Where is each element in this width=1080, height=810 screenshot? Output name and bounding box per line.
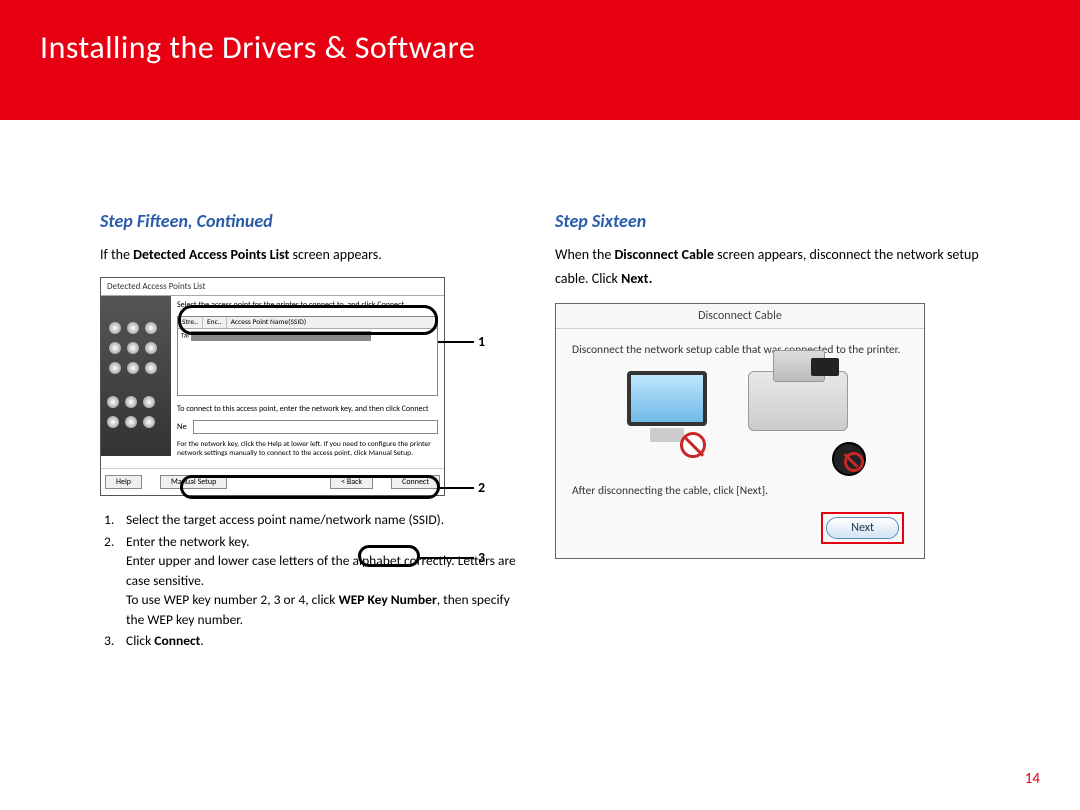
network-key-input[interactable] [193, 420, 438, 434]
step-fifteen-intro: If the Detected Access Points List scree… [100, 244, 525, 265]
list-item: Enter the network key. Enter upper and l… [100, 532, 525, 630]
step-2a-text: Enter the network key. [126, 533, 250, 550]
intro-text: If the [100, 246, 133, 263]
next-highlight-box: Next [821, 512, 904, 544]
columns: Step Fifteen, Continued If the Detected … [100, 210, 980, 653]
intro-bold: Disconnect Cable [614, 246, 713, 263]
step-2b-text: Enter upper and lower case letters of th… [126, 552, 516, 589]
dap-sidebar-image [101, 296, 171, 456]
step-fifteen-heading: Step Fifteen, Continued [100, 210, 525, 232]
dap-titlebar: Detected Access Points List [101, 278, 444, 296]
annotation-oval-1 [178, 305, 438, 335]
no-cable-icon [832, 442, 866, 476]
list-item: Click Connect. [100, 631, 525, 651]
slide: Installing the Drivers & Software Step F… [0, 0, 1080, 810]
access-points-screenshot: Detected Access Points List [100, 277, 525, 496]
step-3-bold: Connect [154, 632, 200, 649]
dap-connect-instruction: To connect to this access point, enter t… [177, 404, 438, 414]
help-button[interactable]: Help [105, 475, 142, 489]
annotation-line-1 [438, 341, 474, 343]
annotation-oval-2 [180, 475, 440, 499]
disconnect-cable-dialog: Disconnect Cable Disconnect the network … [555, 303, 925, 559]
step-1-text: Select the target access point name/netw… [126, 511, 444, 528]
disconnect-images [572, 371, 908, 468]
next-button-area: Next [572, 508, 908, 548]
header-bar: Installing the Drivers & Software [0, 0, 1080, 120]
step-2c-pre: To use WEP key number 2, 3 or 4, click [126, 591, 338, 608]
disc-instruction: Disconnect the network setup cable that … [572, 343, 908, 357]
list-item: Select the target access point name/netw… [100, 510, 525, 530]
disc-body: Disconnect the network setup cable that … [556, 329, 924, 558]
disc-titlebar: Disconnect Cable [556, 304, 924, 329]
page-number: 14 [1025, 770, 1040, 788]
step-3-post: . [200, 632, 203, 649]
right-column: Step Sixteen When the Disconnect Cable s… [555, 210, 980, 653]
intro-text-post: screen appears. [289, 246, 381, 263]
step-sixteen-heading: Step Sixteen [555, 210, 980, 232]
step-2c-bold: WEP Key Number [338, 591, 436, 608]
intro-bold: Detected Access Points List [133, 246, 289, 263]
no-cable-icon [680, 432, 706, 458]
step-3-pre: Click [126, 632, 154, 649]
annotation-number-2: 2 [478, 479, 485, 496]
printer-icon [748, 371, 858, 468]
step-sixteen-intro: When the Disconnect Cable screen appears… [555, 244, 980, 291]
dap-help-text: For the network key, click the Help at l… [177, 440, 438, 458]
key-label: Ne [177, 422, 187, 432]
annotation-number-1: 1 [478, 333, 485, 350]
monitor-icon [622, 371, 712, 468]
page-title: Installing the Drivers & Software [40, 28, 1040, 67]
annotation-line-2 [440, 487, 474, 489]
instruction-list: Select the target access point name/netw… [100, 510, 525, 651]
disc-after-text: After disconnecting the cable, click [Ne… [572, 484, 908, 498]
intro-bold2: Next [621, 270, 648, 287]
intro-text: When the [555, 246, 614, 263]
intro-post: . [648, 267, 652, 288]
next-button[interactable]: Next [826, 517, 899, 539]
left-column: Step Fifteen, Continued If the Detected … [100, 210, 525, 653]
network-key-row: Ne [177, 420, 438, 434]
